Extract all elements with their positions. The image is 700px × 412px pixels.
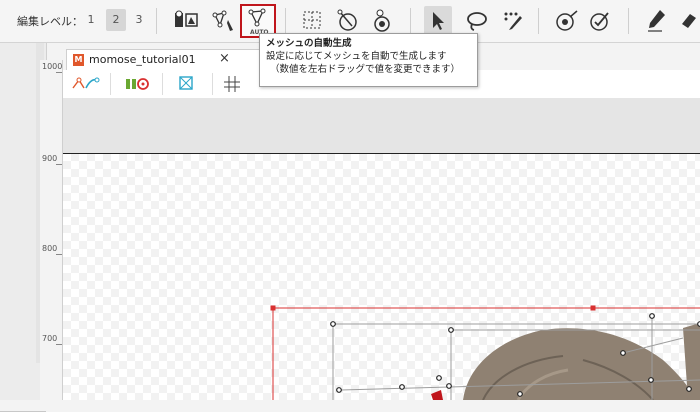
eraser-tool-button[interactable] (676, 6, 700, 36)
ruler-tick (56, 164, 62, 165)
lasso-icon (467, 12, 487, 31)
model-canvas[interactable] (63, 98, 700, 400)
edit-level-2-button[interactable]: 2 (106, 9, 126, 31)
toolbar-separator (285, 8, 286, 34)
deformer-display-icon (126, 78, 149, 90)
subbar-separator (212, 73, 213, 95)
rotation-deformer-tool-button[interactable] (368, 6, 396, 36)
pen-tool-button[interactable] (642, 6, 670, 36)
tooltip-description: 設定に応じてメッシュを自動で生成します (266, 51, 447, 62)
edit-level-3-button[interactable]: 3 (129, 9, 149, 31)
ruler-label-900: 900 (42, 154, 58, 163)
tooltip-hint: （数値を左右ドラッグで値を変更できます） (270, 64, 461, 75)
mesh-pen-icon (212, 10, 233, 31)
tooltip-title: メッシュの自動生成 (266, 38, 352, 49)
mesh-overlay (270, 305, 700, 400)
document-tab-title: momose_tutorial01 (89, 53, 196, 66)
toolbar-separator (156, 8, 157, 34)
ruler-tick (56, 344, 62, 345)
brush-select-tool-button[interactable] (498, 6, 526, 36)
vertical-ruler: 1000 900 800 700 (40, 60, 63, 400)
grid-display-toggle[interactable] (220, 74, 250, 94)
bounds-display-icon (179, 76, 193, 90)
mesh-edit-icon (175, 10, 198, 27)
select-arrow-tool-button[interactable] (424, 6, 452, 36)
ruler-label-1000: 1000 (42, 62, 63, 71)
bounds-display-toggle[interactable] (174, 74, 204, 94)
glue-icon (556, 10, 578, 31)
weight-icon (590, 12, 609, 31)
mesh-pen-tool-button[interactable] (209, 6, 237, 36)
close-tab-icon[interactable]: × (219, 51, 230, 66)
edit-level-1-button[interactable]: 1 (81, 9, 101, 31)
mesh-display-toggle[interactable] (70, 74, 100, 94)
ruler-label-800: 800 (42, 244, 58, 253)
arrow-cursor-icon (433, 12, 444, 30)
subbar-separator (110, 73, 111, 95)
cubism-model-icon: M (73, 54, 84, 66)
auto-mesh-tooltip: メッシュの自動生成 設定に応じてメッシュを自動で生成します （数値を左右ドラッグ… (259, 33, 478, 87)
toolbar-separator (410, 8, 411, 34)
hair-shape (463, 328, 695, 400)
hair-ribbon (431, 390, 443, 400)
toolbar-separator (538, 8, 539, 34)
bounds-handle[interactable] (590, 305, 596, 311)
eraser-icon (682, 14, 696, 28)
ruler-tick (56, 72, 62, 73)
brush-select-icon (504, 12, 522, 30)
ruler-label-700: 700 (42, 334, 58, 343)
rotation-deformer-icon (374, 9, 390, 32)
edit-level-label: 編集レベル： (17, 15, 83, 28)
weight-tool-button[interactable] (586, 6, 614, 36)
pen-icon (648, 10, 665, 32)
deformer-icon (337, 9, 357, 31)
glue-tool-button[interactable] (552, 6, 580, 36)
mesh-edit-tool-button[interactable] (172, 6, 200, 36)
mesh-grid-icon (303, 11, 321, 29)
deformer-display-toggle[interactable] (122, 74, 152, 94)
ruler-tick (56, 254, 62, 255)
mesh-display-icon (72, 77, 100, 89)
subbar-separator (162, 73, 163, 95)
lasso-tool-button[interactable] (462, 6, 490, 36)
bounds-handle[interactable] (270, 305, 276, 311)
toolbar-separator (628, 8, 629, 34)
grid-icon (224, 76, 240, 92)
mesh-grid-tool-button[interactable] (299, 6, 327, 36)
deformer-tool-button[interactable] (334, 6, 362, 36)
